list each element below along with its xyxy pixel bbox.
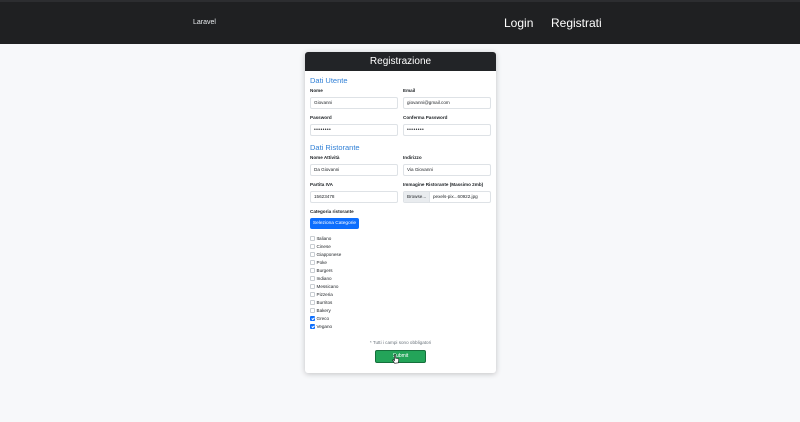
category-item[interactable]: Giapponese (310, 251, 341, 258)
submit-button[interactable]: Submit (375, 350, 426, 363)
category-label: Categoria ristorante (310, 209, 354, 214)
confirm-password-label: Conferma Password (403, 115, 448, 120)
category-label: Bakery (316, 308, 331, 313)
select-categories-button[interactable]: Seleziona Categorie (310, 218, 359, 229)
vat-input[interactable]: 15623478 (310, 191, 398, 203)
vat-label: Partita IVA (310, 182, 333, 187)
checkbox-icon[interactable] (310, 324, 315, 329)
address-input[interactable]: Via Giovanni (403, 164, 491, 176)
category-item[interactable]: Italiano (310, 235, 331, 242)
category-label: Indiano (316, 276, 332, 281)
checkbox-icon[interactable] (310, 236, 315, 241)
brand-link[interactable]: Laravel (193, 19, 216, 26)
category-label: Vegano (316, 324, 333, 329)
checkbox-icon[interactable] (310, 252, 315, 257)
category-item[interactable]: Messicano (310, 283, 338, 290)
checkbox-icon[interactable] (310, 308, 315, 313)
user-section-title: Dati Utente (310, 76, 348, 85)
category-item[interactable]: Vegano (310, 323, 332, 330)
password-input[interactable]: •••••••• (310, 124, 398, 136)
name-input[interactable]: Giovanni (310, 97, 398, 109)
category-label: Pizzeria (316, 292, 333, 297)
checkbox-icon[interactable] (310, 284, 315, 289)
image-file-input[interactable]: Browse... pexels-pix...60922.jpg (403, 191, 491, 203)
checkbox-icon[interactable] (310, 268, 315, 273)
category-label: Cinese (316, 244, 331, 249)
category-label: Messicano (316, 284, 339, 289)
category-label: Poke (316, 260, 327, 265)
checkbox-icon[interactable] (310, 316, 315, 321)
browse-button[interactable]: Browse... (404, 192, 430, 202)
category-label: Giapponese (316, 252, 342, 257)
card-title: Registrazione (305, 52, 496, 71)
category-label: Burritos (316, 300, 333, 305)
top-navbar: Laravel Login Registrati (0, 0, 800, 44)
category-item[interactable]: Greco (310, 315, 329, 322)
category-item[interactable]: Burgers (310, 267, 333, 274)
name-label: Nome (310, 88, 323, 93)
checkbox-icon[interactable] (310, 244, 315, 249)
category-item[interactable]: Cinese (310, 243, 331, 250)
email-label: Email (403, 88, 416, 93)
selected-file-name: pexels-pix...60922.jpg (433, 194, 478, 199)
category-label: Italiano (316, 236, 332, 241)
password-label: Password (310, 115, 332, 120)
nav-login-link[interactable]: Login (504, 16, 533, 30)
required-fields-note: * Tutti i campi sono obbligatori (369, 340, 432, 345)
category-label: Burgers (316, 268, 333, 273)
activity-name-label: Nome Attività (310, 155, 340, 160)
category-item[interactable]: Pizzeria (310, 291, 333, 298)
category-item[interactable]: Burritos (310, 299, 332, 306)
category-item[interactable]: Poke (310, 259, 327, 266)
category-label: Greco (316, 316, 330, 321)
nav-register-link[interactable]: Registrati (551, 16, 602, 30)
activity-name-input[interactable]: Da Giovanni (310, 164, 398, 176)
confirm-password-input[interactable]: •••••••• (403, 124, 491, 136)
checkbox-icon[interactable] (310, 300, 315, 305)
category-item[interactable]: Bakery (310, 307, 331, 314)
checkbox-icon[interactable] (310, 292, 315, 297)
image-label: Immagine Ristorante (Massimo 2mb) (403, 182, 484, 187)
checkbox-icon[interactable] (310, 276, 315, 281)
registration-card: Registrazione Dati Utente Nome Giovanni … (305, 52, 496, 373)
pointer-hand-icon (392, 354, 400, 364)
email-input[interactable]: giovanni@gmail.com (403, 97, 491, 109)
checkbox-icon[interactable] (310, 260, 315, 265)
restaurant-section-title: Dati Ristorante (310, 143, 360, 152)
category-item[interactable]: Indiano (310, 275, 332, 282)
address-label: Indirizzo (403, 155, 422, 160)
